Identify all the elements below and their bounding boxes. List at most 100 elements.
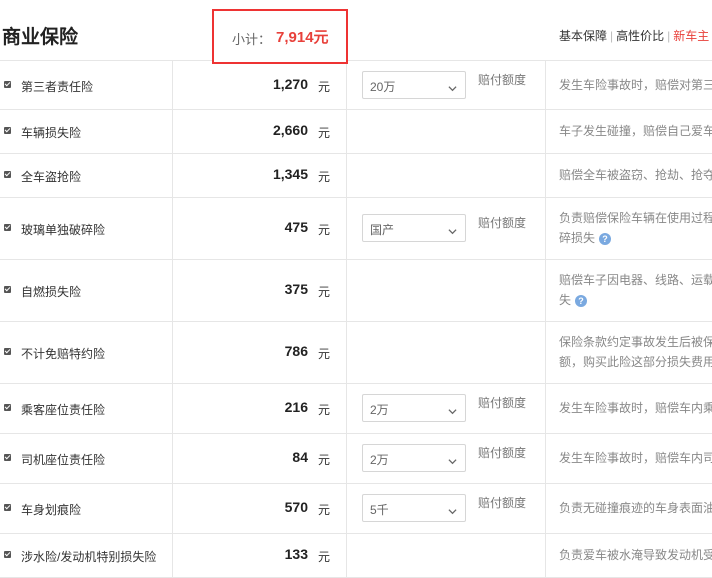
description-text: 额，购买此险这部分损失费用	[559, 355, 712, 369]
row-checkbox[interactable]	[4, 127, 11, 134]
insurance-row: 车身划痕险 570 元 5千 赔付额度 负责无碰撞痕迹的车身表面油	[0, 483, 712, 534]
description-line: 车子发生碰撞，赔偿自己爱车	[559, 124, 712, 138]
row-checkbox[interactable]	[4, 224, 11, 231]
insurance-description: 负责无碰撞痕迹的车身表面油	[559, 498, 712, 518]
premium-amount: 216	[284, 399, 308, 415]
chevron-down-icon	[448, 80, 457, 92]
coverage-select-value: 20万	[370, 80, 396, 94]
insurance-name: 车身划痕险	[21, 503, 82, 517]
coverage-select[interactable]: 2万	[362, 444, 466, 472]
subtotal-box: 小计： 7,914元	[212, 9, 348, 64]
row-checkbox[interactable]	[4, 348, 11, 355]
currency-unit: 元	[318, 80, 331, 94]
insurance-description: 发生车险事故时，赔偿车内司	[559, 448, 712, 468]
coverage-select[interactable]: 国产	[362, 214, 466, 242]
insurance-name: 乘客座位责任险	[21, 403, 106, 417]
coverage-label: 赔付额度	[478, 496, 527, 510]
description-line: 赔偿车子因电器、线路、运载	[559, 273, 712, 287]
plan-link-value[interactable]: 高性价比	[616, 29, 664, 43]
currency-unit: 元	[318, 170, 331, 184]
premium-amount: 133	[284, 546, 308, 562]
subtotal-label: 小计：	[232, 32, 272, 47]
premium-amount: 1,270	[272, 76, 308, 92]
currency-unit: 元	[318, 503, 331, 517]
row-checkbox[interactable]	[4, 454, 11, 461]
insurance-row: 第三者责任险 1,270 元 20万 赔付额度 发生车险事故时，赔偿对第三	[0, 60, 712, 110]
row-checkbox[interactable]	[4, 81, 11, 88]
premium-amount: 570	[284, 499, 308, 515]
premium-amount: 1,345	[272, 166, 308, 182]
premium-amount: 84	[292, 449, 308, 465]
divider: |	[610, 29, 614, 43]
coverage-label: 赔付额度	[478, 446, 527, 460]
description-line: 负责无碰撞痕迹的车身表面油	[559, 501, 712, 515]
coverage-select[interactable]: 2万	[362, 394, 466, 422]
divider: |	[667, 29, 671, 43]
section-title: 商业保险	[2, 27, 79, 48]
chevron-down-icon	[448, 503, 457, 515]
insurance-description: 发生车险事故时，赔偿对第三	[559, 75, 712, 95]
row-checkbox[interactable]	[4, 504, 11, 511]
description-line: 额，购买此险这部分损失费用	[559, 352, 712, 372]
insurance-description: 负责赔偿保险车辆在使用过程 碎损失?	[559, 208, 712, 248]
row-checkbox[interactable]	[4, 404, 11, 411]
insurance-row: 乘客座位责任险 216 元 2万 赔付额度 发生车险事故时，赔偿车内乘	[0, 383, 712, 434]
chevron-down-icon	[448, 223, 457, 235]
premium-amount: 375	[284, 281, 308, 297]
chevron-down-icon	[448, 403, 457, 415]
currency-unit: 元	[318, 453, 331, 467]
plan-links: 基本保障 | 高性价比 | 新车主	[559, 27, 709, 44]
plan-link-basic[interactable]: 基本保障	[559, 29, 607, 43]
description-line: 负责赔偿保险车辆在使用过程	[559, 211, 712, 225]
help-icon[interactable]: ?	[599, 232, 612, 245]
premium-amount: 2,660	[272, 122, 308, 138]
currency-unit: 元	[318, 403, 331, 417]
coverage-label: 赔付额度	[478, 73, 527, 87]
insurance-description: 车子发生碰撞，赔偿自己爱车	[559, 121, 712, 141]
description-line: 碎损失?	[559, 228, 712, 248]
coverage-select-value: 2万	[370, 453, 389, 467]
description-text: 碎损失	[559, 231, 596, 245]
insurance-description: 赔偿车子因电器、线路、运载失?	[559, 270, 712, 310]
description-text: 失	[559, 293, 572, 307]
coverage-select[interactable]: 20万	[362, 71, 466, 99]
insurance-name: 不计免赔特约险	[21, 347, 106, 361]
currency-unit: 元	[318, 126, 331, 140]
insurance-name: 涉水险/发动机特别损失险	[21, 550, 157, 564]
coverage-label: 赔付额度	[478, 216, 527, 230]
chevron-down-icon	[448, 453, 457, 465]
insurance-name: 自燃损失险	[21, 285, 82, 299]
premium-amount: 786	[284, 343, 308, 359]
insurance-description: 保险条款约定事故发生后被保 额，购买此险这部分损失费用	[559, 332, 712, 372]
insurance-name: 司机座位责任险	[21, 453, 106, 467]
insurance-name: 第三者责任险	[21, 80, 94, 94]
coverage-label: 赔付额度	[478, 396, 527, 410]
row-checkbox[interactable]	[4, 551, 11, 558]
insurance-row: 车辆损失险 2,660 元 车子发生碰撞，赔偿自己爱车	[0, 109, 712, 154]
premium-amount: 475	[284, 219, 308, 235]
row-checkbox[interactable]	[4, 171, 11, 178]
description-line: 负责爱车被水淹导致发动机受	[559, 548, 712, 562]
row-checkbox[interactable]	[4, 286, 11, 293]
insurance-name: 车辆损失险	[21, 126, 82, 140]
insurance-row: 玻璃单独破碎险 475 元 国产 赔付额度 负责赔偿保险车辆在使用过程 碎损失?	[0, 197, 712, 260]
currency-unit: 元	[318, 223, 331, 237]
insurance-row: 不计免赔特约险 786 元 保险条款约定事故发生后被保 额，购买此险这部分损失费用	[0, 321, 712, 384]
insurance-name: 玻璃单独破碎险	[21, 223, 106, 237]
plan-link-new-owner[interactable]: 新车主	[673, 29, 709, 43]
coverage-select-value: 2万	[370, 403, 389, 417]
description-line: 发生车险事故时，赔偿车内司	[559, 451, 712, 465]
description-line: 赔偿全车被盗窃、抢劫、抢夺	[559, 168, 712, 182]
currency-unit: 元	[318, 347, 331, 361]
help-icon[interactable]: ?	[575, 294, 588, 307]
insurance-name: 全车盗抢险	[21, 170, 82, 184]
currency-unit: 元	[318, 550, 331, 564]
description-line: 发生车险事故时，赔偿车内乘	[559, 401, 712, 415]
header: 商业保险 基本保障 | 高性价比 | 新车主	[0, 0, 712, 61]
coverage-select[interactable]: 5千	[362, 494, 466, 522]
insurance-row: 自燃损失险 375 元 赔偿车子因电器、线路、运载失?	[0, 259, 712, 322]
insurance-description: 赔偿全车被盗窃、抢劫、抢夺	[559, 165, 712, 185]
currency-unit: 元	[318, 285, 331, 299]
description-line: 失?	[559, 290, 712, 310]
insurance-row: 全车盗抢险 1,345 元 赔偿全车被盗窃、抢劫、抢夺	[0, 153, 712, 198]
